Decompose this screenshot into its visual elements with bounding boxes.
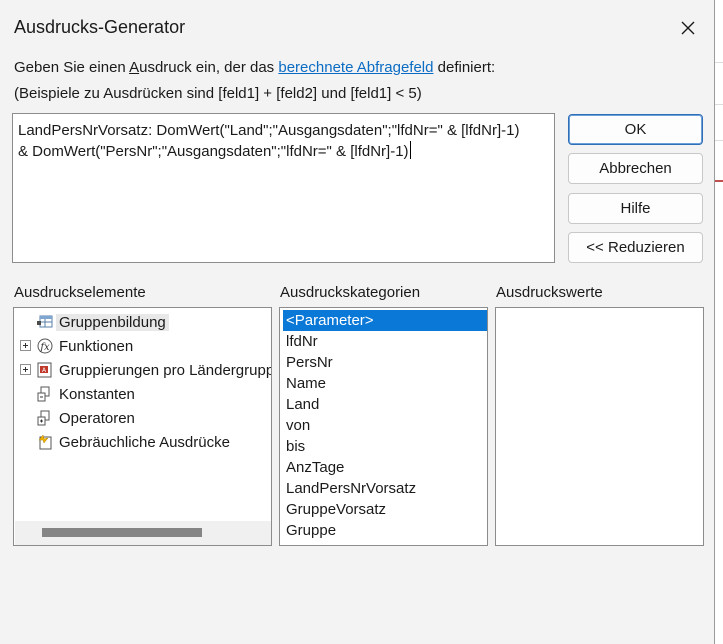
instruction-text: Geben Sie einen Ausdruck ein, der das be… (14, 59, 496, 76)
tree-item-operatoren[interactable]: Operatoren (14, 407, 271, 429)
tree-item-konstanten[interactable]: Konstanten (14, 383, 271, 405)
tree-item-gruppenbildung[interactable]: Gruppenbildung (14, 311, 271, 333)
list-item[interactable]: AnzTage (283, 457, 487, 478)
text-caret (409, 141, 411, 159)
tree-item-funktionen[interactable]: fx Funktionen (14, 335, 271, 357)
close-icon (681, 21, 695, 35)
expand-icon[interactable] (20, 364, 31, 375)
background-window-edge (714, 0, 723, 644)
values-label: Ausdruckswerte (496, 284, 603, 301)
tree-item-label: Gruppierungen pro Ländergruppe (59, 361, 272, 379)
close-button[interactable] (668, 12, 708, 44)
common-expressions-icon (38, 434, 52, 450)
tree-item-label: Konstanten (59, 385, 135, 403)
categories-list[interactable]: <Parameter> lfdNr PersNr Name Land von b… (279, 307, 488, 546)
categories-label: Ausdruckskategorien (280, 284, 421, 301)
elements-label: Ausdruckselemente (14, 284, 146, 301)
expression-text: LandPersNrVorsatz: DomWert("Land";"Ausga… (18, 122, 520, 160)
expression-editor[interactable]: LandPersNrVorsatz: DomWert("Land";"Ausga… (12, 113, 555, 263)
list-item[interactable]: von (283, 415, 487, 436)
function-icon: fx (37, 338, 53, 354)
help-button[interactable]: Hilfe (568, 193, 703, 224)
examples-text: (Beispiele zu Ausdrücken sind [feld1] + … (14, 85, 422, 102)
tree-item-label: Gruppenbildung (56, 313, 169, 331)
table-icon (37, 315, 53, 328)
list-item[interactable]: Land (283, 394, 487, 415)
constants-icon (37, 386, 50, 402)
ok-button[interactable]: OK (568, 114, 703, 145)
list-item[interactable]: bis (283, 436, 487, 457)
calculated-field-link[interactable]: berechnete Abfragefeld (278, 59, 433, 76)
tree-item-gebraeuchliche-ausdruecke[interactable]: Gebräuchliche Ausdrücke (14, 431, 271, 453)
tree-item-label: Funktionen (59, 337, 134, 355)
horizontal-scrollbar[interactable] (15, 521, 271, 545)
list-item[interactable]: LandPersNrVorsatz (283, 478, 487, 499)
tree-item-label: Operatoren (59, 409, 135, 427)
elements-tree[interactable]: Gruppenbildung fx Funktionen A Gruppieru… (13, 307, 272, 546)
dialog-title: Ausdrucks-Generator (14, 17, 186, 37)
expression-builder-dialog: Ausdrucks-Generator Geben Sie einen Ausd… (0, 0, 715, 644)
svg-text:fx: fx (39, 342, 50, 353)
values-list[interactable] (495, 307, 704, 546)
list-item[interactable]: <Parameter> (283, 310, 487, 331)
operators-icon (37, 410, 50, 426)
reduce-button[interactable]: << Reduzieren (568, 232, 703, 263)
tree-item-label: Gebräuchliche Ausdrücke (59, 433, 230, 451)
query-icon: A (37, 362, 52, 378)
tree-item-gruppierungen[interactable]: A Gruppierungen pro Ländergruppe (14, 359, 271, 381)
list-item[interactable]: GruppeVorsatz (283, 499, 487, 520)
scrollbar-thumb[interactable] (42, 528, 202, 537)
accelerator-letter: A (129, 59, 140, 76)
title-bar: Ausdrucks-Generator (0, 0, 714, 52)
list-item[interactable]: lfdNr (283, 331, 487, 352)
list-item[interactable]: Name (283, 373, 487, 394)
cancel-button[interactable]: Abbrechen (568, 153, 703, 184)
list-item[interactable]: PersNr (283, 352, 487, 373)
list-item[interactable]: Gruppe (283, 520, 487, 541)
expand-icon[interactable] (20, 340, 31, 351)
